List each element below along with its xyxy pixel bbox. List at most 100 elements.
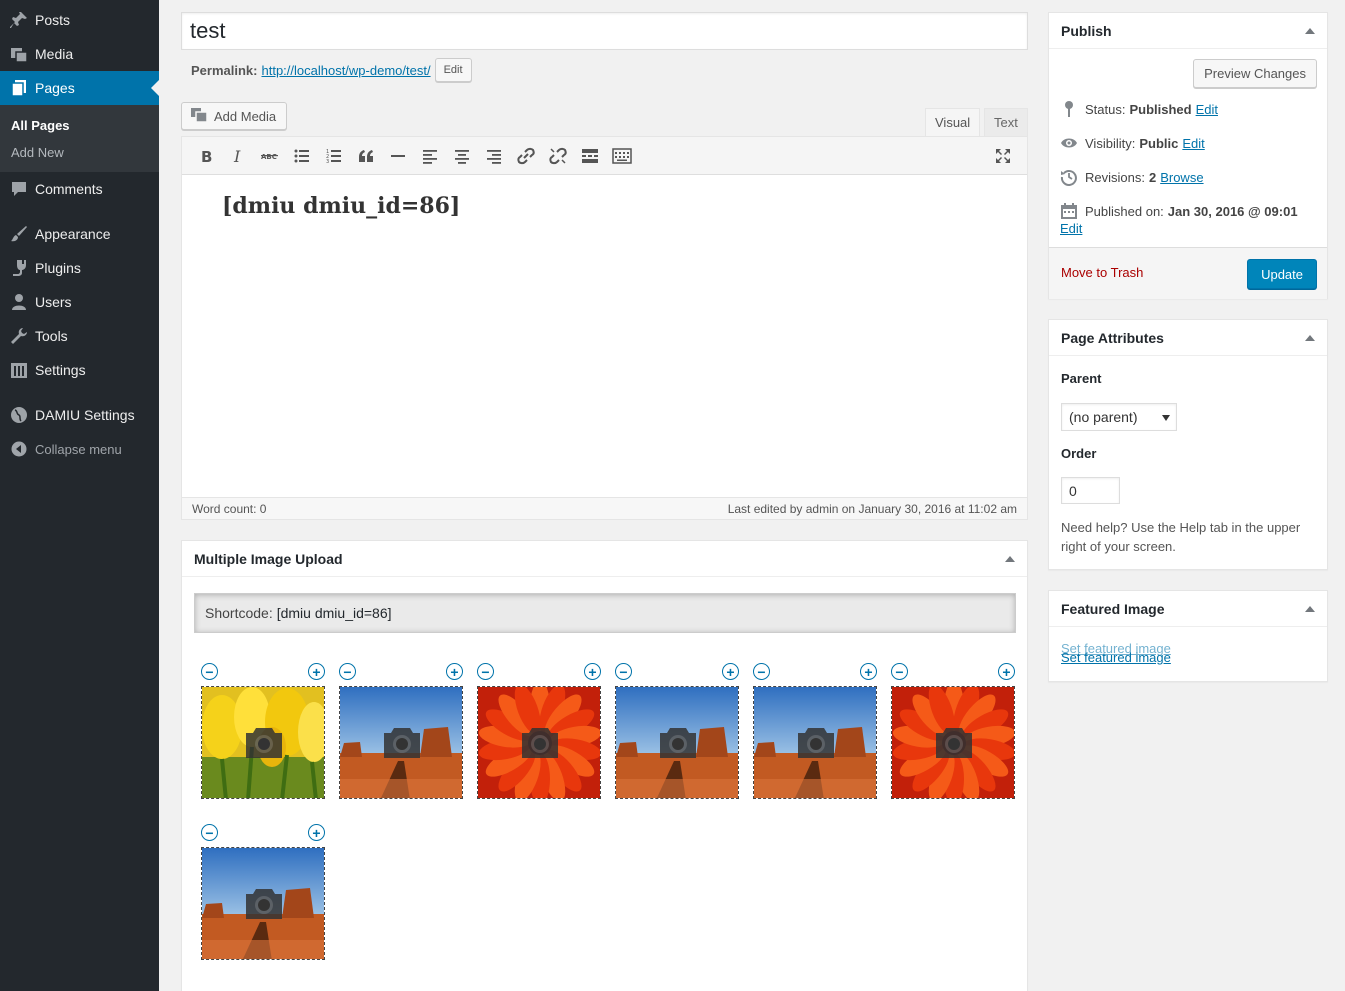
last-edited: Last edited by admin on January 30, 2016… [727,501,1017,516]
remove-image-icon[interactable]: − [201,663,218,680]
fullscreen-icon[interactable] [987,141,1019,171]
add-image-icon[interactable]: + [308,663,325,680]
tab-text[interactable]: Text [984,108,1028,136]
bold-icon[interactable]: B [190,141,222,171]
strikethrough-icon[interactable]: ABC [254,141,286,171]
status-label: Status: [1085,101,1126,117]
comment-icon [9,179,29,199]
permalink-label: Permalink: [191,62,258,78]
eye-icon [1059,133,1079,153]
shortcode-value: [dmiu dmiu_id=86] [276,605,392,621]
permalink-edit-button[interactable]: Edit [434,58,472,82]
link-icon[interactable] [510,141,542,171]
revisions-value: 2 [1148,169,1157,185]
toolbar-toggle-icon[interactable] [606,141,638,171]
collapse-toggle-icon[interactable] [1305,335,1315,341]
remove-image-icon[interactable]: − [615,663,632,680]
add-media-icon [190,107,208,126]
multiple-image-upload-box: Multiple Image Upload Shortcode: [dmiu d… [181,540,1028,991]
sidebar-item-plugins[interactable]: Plugins [0,251,159,285]
image-thumbnail-desert[interactable] [339,686,463,799]
italic-icon[interactable]: I [222,141,254,171]
align-right-icon[interactable] [478,141,510,171]
remove-image-icon[interactable]: − [477,663,494,680]
remove-image-icon[interactable]: − [339,663,356,680]
page-attributes-header[interactable]: Page Attributes [1049,320,1327,356]
image-thumbnail-desert[interactable] [615,686,739,799]
sidebar-item-media[interactable]: Media [0,37,159,71]
chevron-down-icon [1162,415,1170,421]
remove-image-icon[interactable]: − [753,663,770,680]
collapse-toggle-icon[interactable] [1305,28,1315,34]
revisions-icon [1059,167,1079,187]
post-title-input[interactable]: test [181,12,1028,50]
image-item: − + [201,663,325,799]
sidebar-item-posts[interactable]: Posts [0,3,159,37]
align-center-icon[interactable] [446,141,478,171]
page-attributes-title: Page Attributes [1061,329,1164,346]
published-on-row: Published on: Jan 30, 2016 @ 09:01 [1059,201,1302,221]
content-editor: B I ABC 123 [dmiu dmiu_id=86] Word count… [181,136,1028,520]
sidebar-item-users[interactable]: Users [0,285,159,319]
align-left-icon[interactable] [414,141,446,171]
status-value: Published [1129,101,1192,117]
collapse-menu-button[interactable]: Collapse menu [0,432,159,466]
image-thumbnail-desert[interactable] [201,847,325,960]
horizontal-rule-icon[interactable] [382,141,414,171]
sidebar-item-comments[interactable]: Comments [0,172,159,206]
featured-image-box: Featured Image Set featured image Set fe… [1048,590,1328,682]
publish-header[interactable]: Publish [1049,13,1327,49]
pushpin-icon [9,10,29,30]
editor-content-area[interactable]: [dmiu dmiu_id=86] [182,175,1027,497]
remove-image-icon[interactable]: − [891,663,908,680]
revisions-label: Revisions: [1085,169,1145,185]
image-thumbnail-desert[interactable] [753,686,877,799]
parent-select[interactable]: (no parent) [1061,403,1177,431]
add-image-icon[interactable]: + [860,663,877,680]
sidebar-item-label: Appearance [35,226,111,242]
add-media-button[interactable]: Add Media [181,102,288,130]
move-to-trash-link[interactable]: Move to Trash [1061,265,1143,280]
featured-image-header[interactable]: Featured Image [1049,591,1327,627]
preview-changes-button[interactable]: Preview Changes [1193,59,1317,88]
update-button[interactable]: Update [1247,259,1317,289]
unlink-icon[interactable] [542,141,574,171]
visibility-edit-link[interactable]: Edit [1182,136,1204,151]
user-icon [9,292,29,312]
sidebar-item-pages[interactable]: Pages [0,71,159,105]
blockquote-icon[interactable] [350,141,382,171]
add-image-icon[interactable]: + [446,663,463,680]
status-edit-link[interactable]: Edit [1196,102,1218,117]
order-input[interactable]: 0 [1061,477,1120,504]
add-image-icon[interactable]: + [584,663,601,680]
submenu-add-new[interactable]: Add New [0,139,159,166]
revisions-browse-link[interactable]: Browse [1160,170,1203,185]
sidebar-item-appearance[interactable]: Appearance [0,217,159,251]
help-text: Need help? Use the Help tab in the upper… [1061,520,1301,554]
permalink-url[interactable]: http://localhost/wp-demo/test/ [261,63,430,78]
published-on-edit-link[interactable]: Edit [1060,221,1082,236]
numbered-list-icon[interactable]: 123 [318,141,350,171]
image-thumbnail-flower[interactable] [477,686,601,799]
sidebar-item-settings[interactable]: Settings [0,353,159,387]
set-featured-image-link[interactable]: Set featured image [1061,650,1171,665]
sidebar-item-label: Comments [35,181,103,197]
add-image-icon[interactable]: + [998,663,1015,680]
collapse-toggle-icon[interactable] [1305,606,1315,612]
tab-visual[interactable]: Visual [925,108,981,136]
sidebar-item-damiu-settings[interactable]: DAMIU Settings [0,398,159,432]
add-image-icon[interactable]: + [308,824,325,841]
add-image-icon[interactable]: + [722,663,739,680]
image-item: − + [891,663,1015,799]
sidebar-item-label: Plugins [35,260,81,276]
submenu-all-pages[interactable]: All Pages [0,112,159,139]
sidebar-item-tools[interactable]: Tools [0,319,159,353]
image-thumbnail-tulips[interactable] [201,686,325,799]
remove-image-icon[interactable]: − [201,824,218,841]
read-more-icon[interactable] [574,141,606,171]
collapse-toggle-icon[interactable] [1005,556,1015,562]
featured-image-title: Featured Image [1061,600,1165,617]
image-thumbnail-flower[interactable] [891,686,1015,799]
bullet-list-icon[interactable] [286,141,318,171]
miu-header[interactable]: Multiple Image Upload [182,541,1027,577]
